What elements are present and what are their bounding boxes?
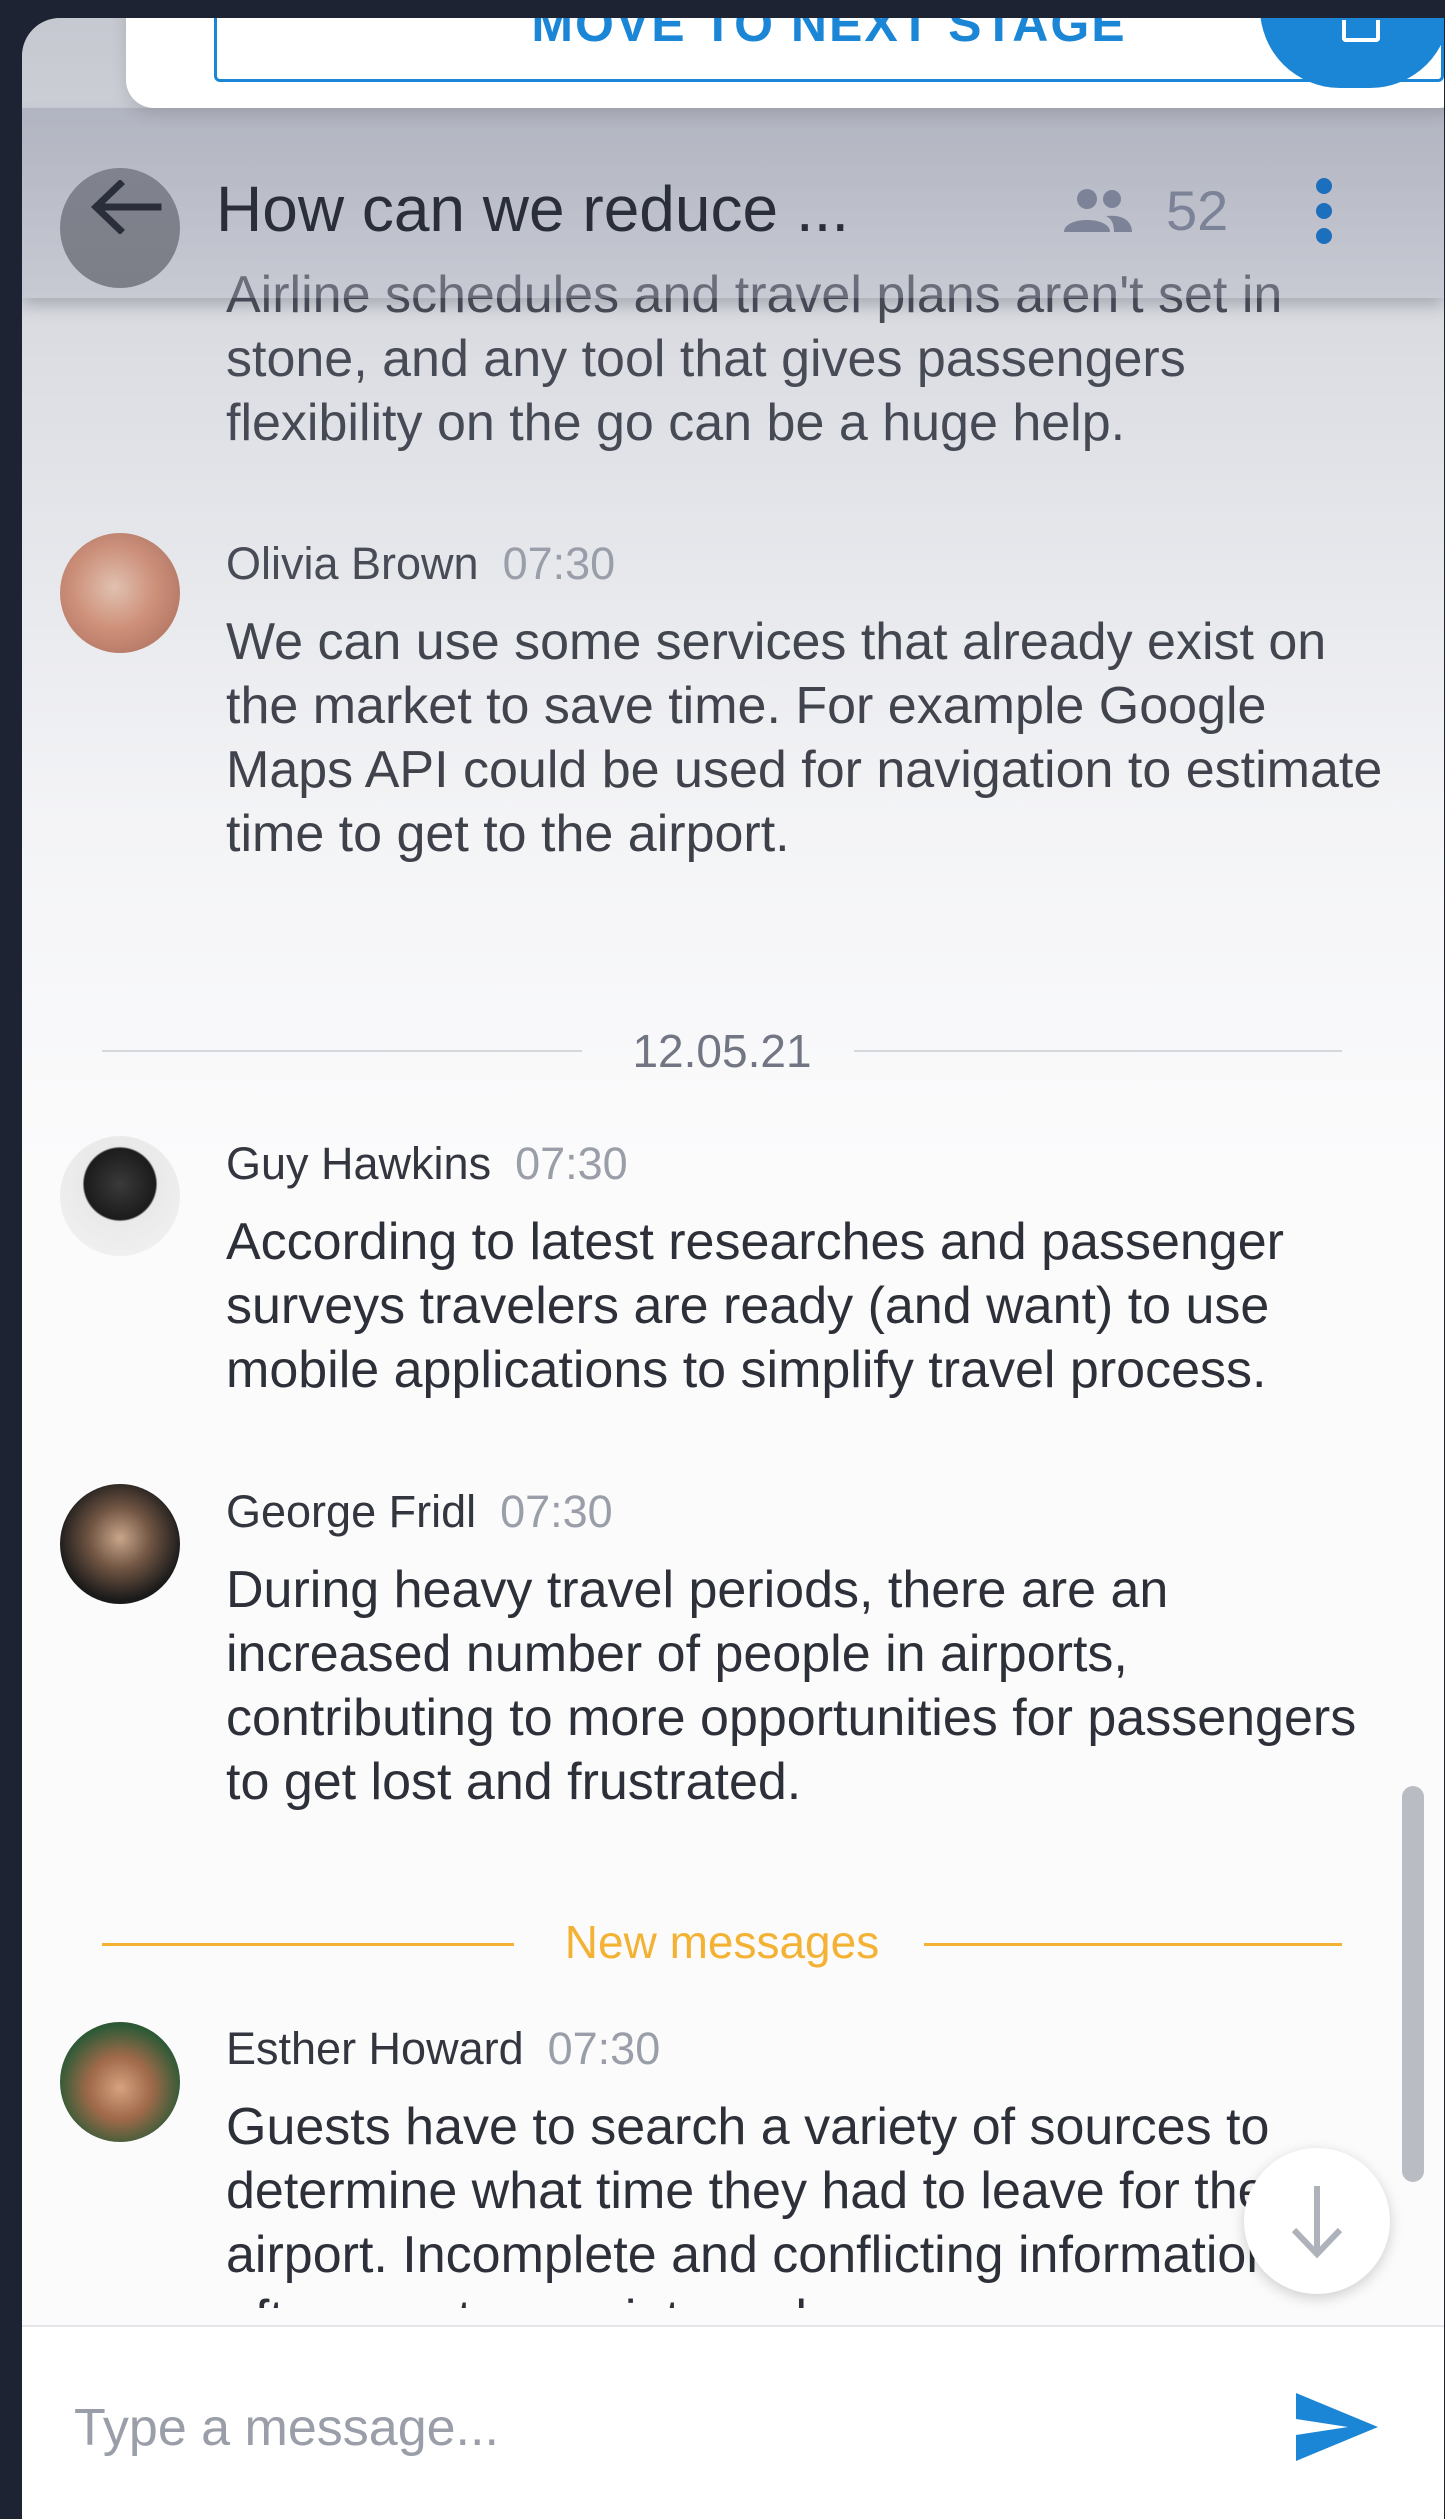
message-list[interactable]: Airline schedules and travel plans aren'… xyxy=(22,18,1444,2308)
message-time: 07:30 xyxy=(502,538,616,589)
chat-screen: Airline schedules and travel plans aren'… xyxy=(22,18,1444,2519)
arrow-back-icon[interactable] xyxy=(90,180,162,234)
avatar[interactable] xyxy=(60,1484,180,1604)
stage-button-label: MOVE TO NEXT STAGE xyxy=(531,18,1127,52)
message-text: We can use some services that already ex… xyxy=(226,613,1383,863)
avatar[interactable] xyxy=(60,2022,180,2142)
author-name: Esther Howard xyxy=(226,2023,524,2074)
avatar[interactable] xyxy=(60,1136,180,1256)
author-name: George Fridl xyxy=(226,1486,477,1537)
message-time: 07:30 xyxy=(547,2023,661,2074)
send-icon[interactable] xyxy=(1292,2387,1382,2467)
author-name: Olivia Brown xyxy=(226,538,479,589)
more-vert-icon[interactable] xyxy=(1316,178,1334,244)
message-input[interactable] xyxy=(72,2387,1226,2469)
avatar[interactable] xyxy=(60,533,180,653)
message-header: Olivia Brown 07:30 xyxy=(226,538,615,590)
scroll-to-bottom-button[interactable] xyxy=(1244,2148,1390,2294)
message-composer xyxy=(22,2325,1444,2519)
box-icon xyxy=(1342,20,1380,42)
people-icon[interactable] xyxy=(1062,188,1134,234)
message-text: According to latest researches and passe… xyxy=(226,1213,1284,1399)
scrollbar[interactable] xyxy=(1402,1786,1424,2182)
stage-panel: MOVE TO NEXT STAGE xyxy=(126,18,1444,108)
message-text: Guests have to search a variety of sourc… xyxy=(226,2098,1276,2308)
chat-header: How can we reduce ... 52 xyxy=(22,108,1444,298)
new-messages-label: New messages xyxy=(564,1916,880,1968)
message-time: 07:30 xyxy=(500,1486,613,1537)
member-count[interactable]: 52 xyxy=(1166,178,1228,243)
message-time: 07:30 xyxy=(515,1138,628,1189)
message-header: Esther Howard 07:30 xyxy=(226,2023,660,2075)
date-divider: 12.05.21 xyxy=(102,1020,1342,1080)
message-text: During heavy travel periods, there are a… xyxy=(226,1561,1357,1811)
message-header: George Fridl 07:30 xyxy=(226,1486,613,1538)
message-header: Guy Hawkins 07:30 xyxy=(226,1138,628,1190)
arrow-down-icon xyxy=(1291,2186,1343,2259)
move-to-next-stage-button[interactable]: MOVE TO NEXT STAGE xyxy=(214,18,1444,82)
divider-line xyxy=(924,1943,1342,1946)
divider-line xyxy=(854,1050,1342,1052)
new-messages-divider: New messages xyxy=(102,1913,1342,1973)
chat-title[interactable]: How can we reduce ... xyxy=(216,172,849,246)
author-name: Guy Hawkins xyxy=(226,1138,492,1189)
